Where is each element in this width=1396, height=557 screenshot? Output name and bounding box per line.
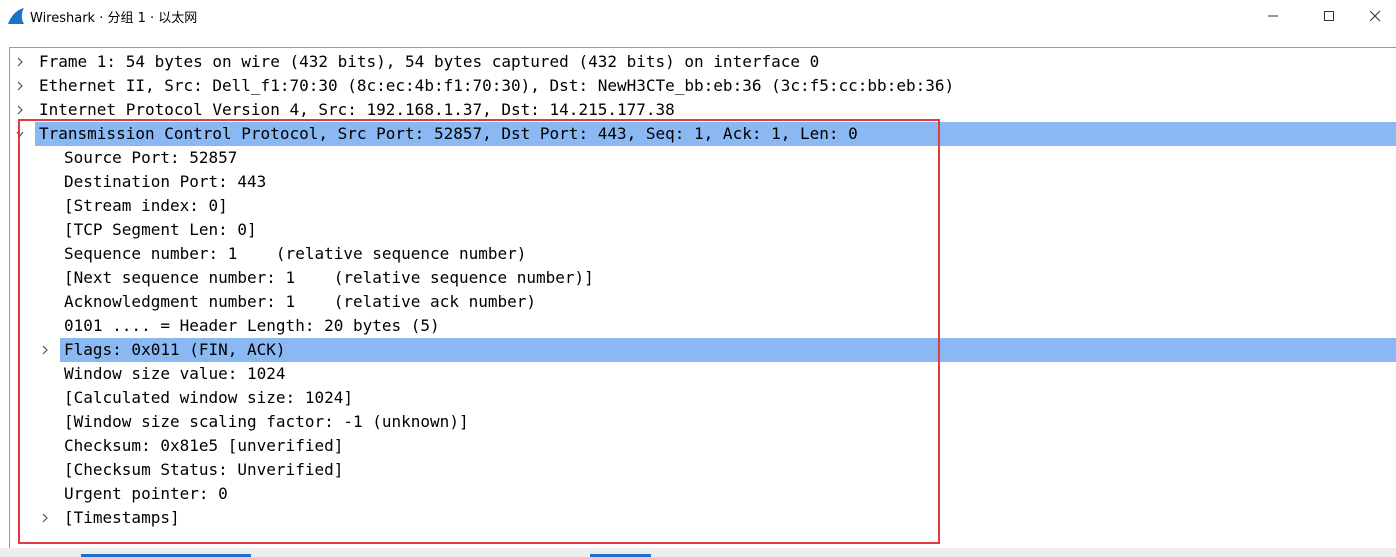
- tree-row-label: [Stream index: 0]: [64, 196, 228, 215]
- tree-row-label: Transmission Control Protocol, Src Port:…: [39, 124, 858, 143]
- close-button[interactable]: [1352, 0, 1396, 32]
- maximize-button[interactable]: [1306, 0, 1352, 32]
- tree-row[interactable]: 0101 .... = Header Length: 20 bytes (5): [10, 314, 1396, 338]
- tree-row-label: [TCP Segment Len: 0]: [64, 220, 257, 239]
- title-bar: Wireshark · 分组 1 · 以太网: [0, 0, 1396, 32]
- chevron-right-icon[interactable]: [15, 81, 25, 91]
- tree-row-label: [Next sequence number: 1 (relative seque…: [64, 268, 594, 287]
- wireshark-fin-icon: [8, 8, 24, 24]
- packet-details-tree[interactable]: Frame 1: 54 bytes on wire (432 bits), 54…: [9, 47, 1396, 549]
- tree-row-label: [Calculated window size: 1024]: [64, 388, 353, 407]
- tree-row[interactable]: [Checksum Status: Unverified]: [10, 458, 1396, 482]
- window-title: Wireshark · 分组 1 · 以太网: [30, 11, 198, 26]
- tree-row[interactable]: Internet Protocol Version 4, Src: 192.16…: [10, 98, 1396, 122]
- chevron-down-icon[interactable]: [15, 129, 25, 139]
- minimize-button[interactable]: [1250, 0, 1296, 32]
- status-bar: [0, 548, 1396, 557]
- tree-row-label: 0101 .... = Header Length: 20 bytes (5): [64, 316, 440, 335]
- tree-row-label: Acknowledgment number: 1 (relative ack n…: [64, 292, 537, 311]
- tree-row[interactable]: Flags: 0x011 (FIN, ACK): [10, 338, 1396, 362]
- chevron-right-icon[interactable]: [15, 57, 25, 67]
- tree-row-label: Source Port: 52857: [64, 148, 238, 167]
- chevron-right-icon[interactable]: [40, 513, 50, 523]
- tree-row-label: [Timestamps]: [64, 508, 180, 527]
- tree-row[interactable]: Acknowledgment number: 1 (relative ack n…: [10, 290, 1396, 314]
- tree-row[interactable]: Window size value: 1024: [10, 362, 1396, 386]
- tree-row[interactable]: [Calculated window size: 1024]: [10, 386, 1396, 410]
- tree-row[interactable]: Destination Port: 443: [10, 170, 1396, 194]
- minimize-icon: [1268, 15, 1278, 17]
- tree-row[interactable]: Frame 1: 54 bytes on wire (432 bits), 54…: [10, 50, 1396, 74]
- chevron-right-icon[interactable]: [15, 105, 25, 115]
- tree-row-label: Flags: 0x011 (FIN, ACK): [64, 340, 286, 359]
- tree-row-label: [Checksum Status: Unverified]: [64, 460, 344, 479]
- tree-row-label: [Window size scaling factor: -1 (unknown…: [64, 412, 469, 431]
- tree-row-label: Frame 1: 54 bytes on wire (432 bits), 54…: [39, 52, 820, 71]
- tree-row-label: Checksum: 0x81e5 [unverified]: [64, 436, 344, 455]
- tree-row[interactable]: [Timestamps]: [10, 506, 1396, 530]
- maximize-icon: [1324, 11, 1334, 21]
- tree-row[interactable]: [Window size scaling factor: -1 (unknown…: [10, 410, 1396, 434]
- tree-row-label: Window size value: 1024: [64, 364, 286, 383]
- tree-row-label: Internet Protocol Version 4, Src: 192.16…: [39, 100, 675, 119]
- tree-row[interactable]: [Next sequence number: 1 (relative seque…: [10, 266, 1396, 290]
- tree-row[interactable]: Urgent pointer: 0: [10, 482, 1396, 506]
- tree-row[interactable]: [Stream index: 0]: [10, 194, 1396, 218]
- tree-row[interactable]: Checksum: 0x81e5 [unverified]: [10, 434, 1396, 458]
- close-icon: [1369, 10, 1381, 22]
- chevron-right-icon[interactable]: [40, 345, 50, 355]
- tree-row[interactable]: Sequence number: 1 (relative sequence nu…: [10, 242, 1396, 266]
- tree-row-label: Urgent pointer: 0: [64, 484, 228, 503]
- tree-row[interactable]: Ethernet II, Src: Dell_f1:70:30 (8c:ec:4…: [10, 74, 1396, 98]
- tree-row[interactable]: [TCP Segment Len: 0]: [10, 218, 1396, 242]
- tree-row-label: Ethernet II, Src: Dell_f1:70:30 (8c:ec:4…: [39, 76, 955, 95]
- tree-row-label: Destination Port: 443: [64, 172, 267, 191]
- tree-row[interactable]: Source Port: 52857: [10, 146, 1396, 170]
- tree-row-label: Sequence number: 1 (relative sequence nu…: [64, 244, 527, 263]
- tree-row[interactable]: Transmission Control Protocol, Src Port:…: [10, 122, 1396, 146]
